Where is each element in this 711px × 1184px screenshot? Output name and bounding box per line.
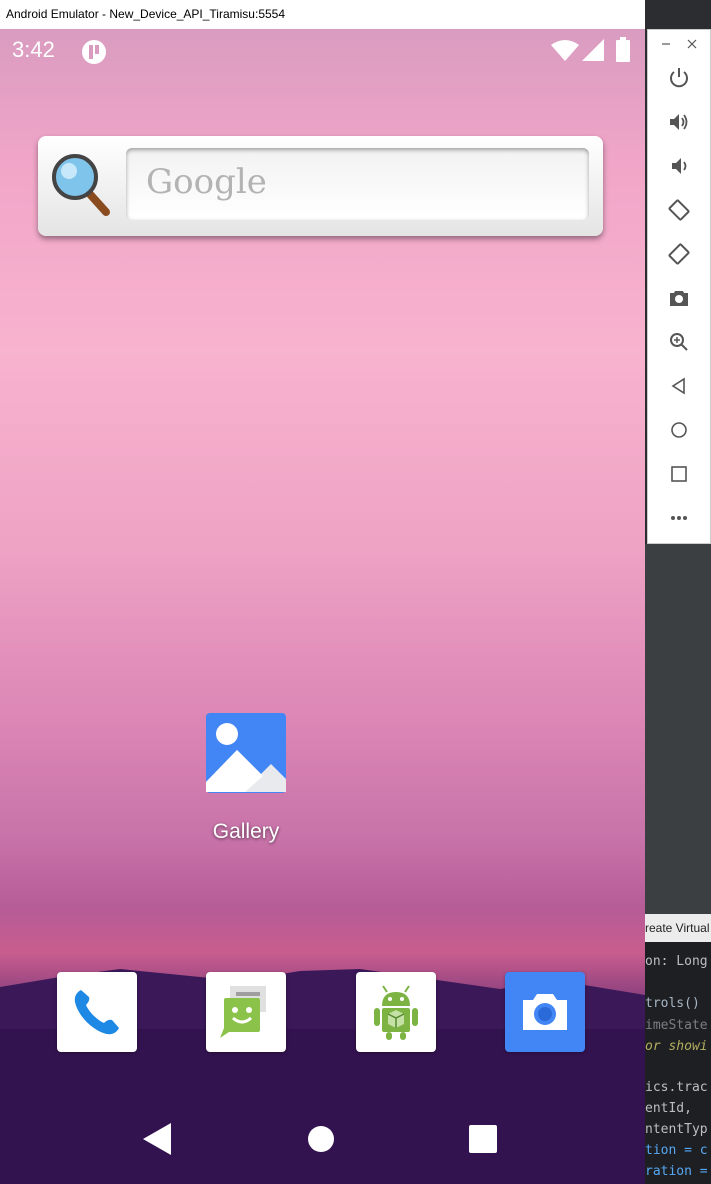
code-line: trols() bbox=[645, 996, 700, 1011]
dock-android-box[interactable] bbox=[356, 972, 436, 1052]
search-magnifier-icon bbox=[52, 154, 110, 216]
back-button[interactable] bbox=[662, 369, 696, 403]
back-icon bbox=[671, 377, 685, 395]
phone-icon bbox=[74, 990, 119, 1035]
more-button[interactable] bbox=[662, 501, 696, 535]
code-line: or showi bbox=[645, 1039, 708, 1054]
ide-panel bbox=[645, 544, 711, 914]
navigation-bar bbox=[0, 1099, 645, 1184]
nav-recents-icon[interactable] bbox=[469, 1125, 497, 1153]
code-line: ntentTyp bbox=[645, 1122, 708, 1137]
ide-code-editor[interactable]: on: Long trols() imeState or showi ics.t… bbox=[645, 942, 711, 1184]
rotate-right-button[interactable] bbox=[662, 237, 696, 271]
code-line: ration = bbox=[645, 1164, 708, 1179]
ide-tab[interactable]: reate Virtual bbox=[645, 914, 711, 942]
dock-phone[interactable] bbox=[57, 972, 137, 1052]
rotate-right-icon bbox=[668, 243, 690, 265]
code-line: ics.trac bbox=[645, 1080, 708, 1095]
code-line: imeState bbox=[645, 1018, 708, 1033]
more-icon bbox=[671, 516, 687, 520]
search-placeholder: Google bbox=[146, 162, 267, 202]
status-time: 3:42 bbox=[12, 37, 55, 62]
screenshot-button[interactable] bbox=[662, 281, 696, 315]
notification-icon bbox=[82, 40, 106, 64]
google-search-widget[interactable]: Google bbox=[38, 136, 603, 236]
home-icon bbox=[671, 422, 687, 438]
ide-tab-label: reate Virtual bbox=[645, 921, 710, 935]
search-input[interactable]: Google bbox=[126, 148, 589, 220]
app-gallery[interactable]: Gallery bbox=[186, 712, 306, 844]
battery-icon bbox=[616, 37, 630, 62]
messages-icon bbox=[220, 986, 266, 1038]
code-line: tion = c bbox=[645, 1143, 708, 1158]
window-title-bar[interactable]: Android Emulator - New_Device_API_Tirami… bbox=[0, 0, 645, 29]
window-title: Android Emulator - New_Device_API_Tirami… bbox=[6, 7, 286, 21]
volume-down-button[interactable] bbox=[662, 149, 696, 183]
nav-back-icon[interactable] bbox=[143, 1123, 171, 1155]
zoom-icon bbox=[670, 333, 688, 351]
volume-up-icon bbox=[670, 114, 688, 130]
code-line: on: Long bbox=[645, 954, 708, 969]
status-bar: 3:42 bbox=[0, 29, 645, 73]
rotate-left-button[interactable] bbox=[662, 193, 696, 227]
emulator-toolbar bbox=[647, 29, 711, 544]
nav-home-icon[interactable] bbox=[307, 1125, 335, 1153]
close-icon[interactable] bbox=[687, 38, 697, 50]
signal-icon bbox=[582, 39, 604, 61]
device-screen[interactable]: 3:42 Google Gallery bbox=[0, 29, 645, 1184]
dock-camera[interactable] bbox=[505, 972, 585, 1052]
code-line: entId, bbox=[645, 1101, 692, 1116]
camera-icon bbox=[523, 994, 567, 1030]
minimize-icon[interactable] bbox=[661, 38, 671, 50]
volume-down-icon bbox=[672, 158, 687, 174]
screenshot-icon bbox=[670, 291, 688, 306]
dock-messages[interactable] bbox=[206, 972, 286, 1052]
overview-button[interactable] bbox=[662, 457, 696, 491]
power-icon bbox=[670, 68, 688, 88]
rotate-left-icon bbox=[668, 199, 690, 221]
power-button[interactable] bbox=[662, 61, 696, 95]
overview-icon bbox=[671, 466, 687, 482]
home-button[interactable] bbox=[662, 413, 696, 447]
android-box-icon bbox=[374, 985, 418, 1040]
volume-up-button[interactable] bbox=[662, 105, 696, 139]
wifi-icon bbox=[551, 40, 579, 61]
app-label-gallery: Gallery bbox=[212, 820, 280, 843]
zoom-button[interactable] bbox=[662, 325, 696, 359]
gallery-icon bbox=[206, 713, 286, 793]
